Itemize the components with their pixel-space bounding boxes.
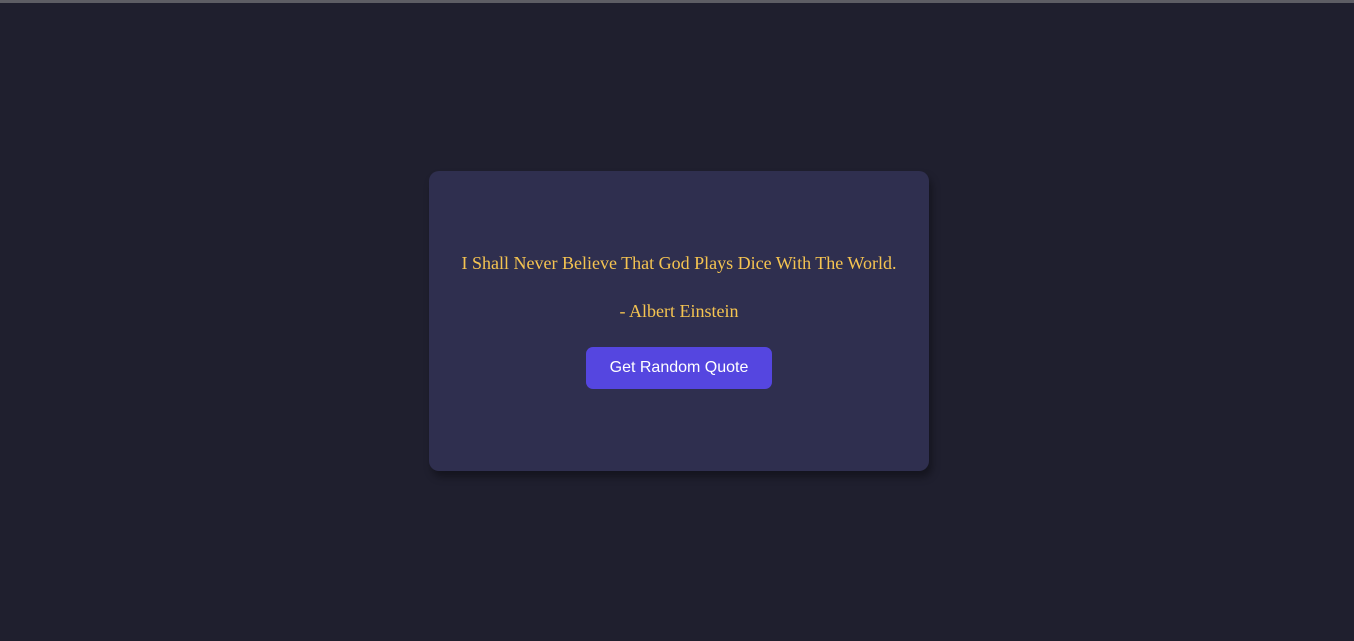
get-random-quote-button[interactable]: Get Random Quote [586,347,772,389]
quote-card: I Shall Never Believe That God Plays Dic… [429,171,929,471]
quote-text: I Shall Never Believe That God Plays Dic… [461,253,897,273]
quote-author: - Albert Einstein [619,301,739,321]
top-divider [0,0,1354,3]
